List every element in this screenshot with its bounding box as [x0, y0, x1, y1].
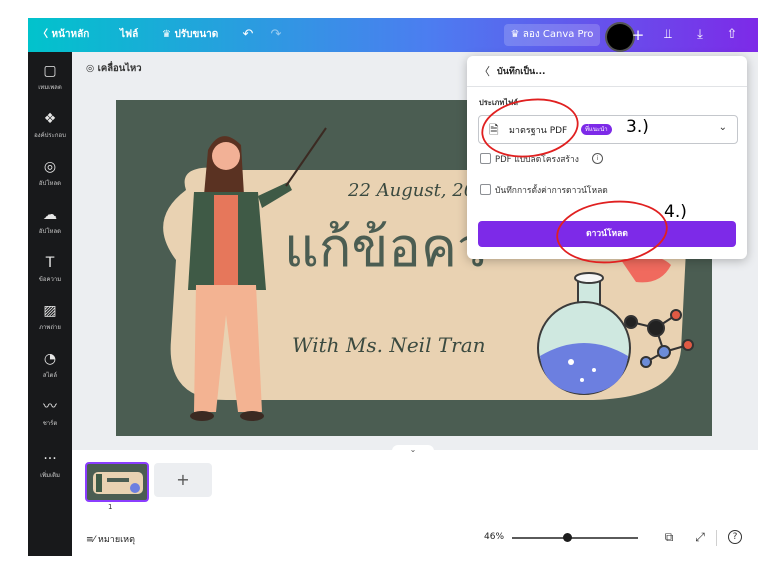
annotation-circle-file-type	[481, 98, 579, 158]
annotation-overlay	[481, 98, 668, 264]
annotation-step-3: 3.)	[626, 117, 649, 137]
annotation-step-4: 4.)	[664, 202, 687, 222]
annotation-circle-download	[556, 200, 668, 264]
